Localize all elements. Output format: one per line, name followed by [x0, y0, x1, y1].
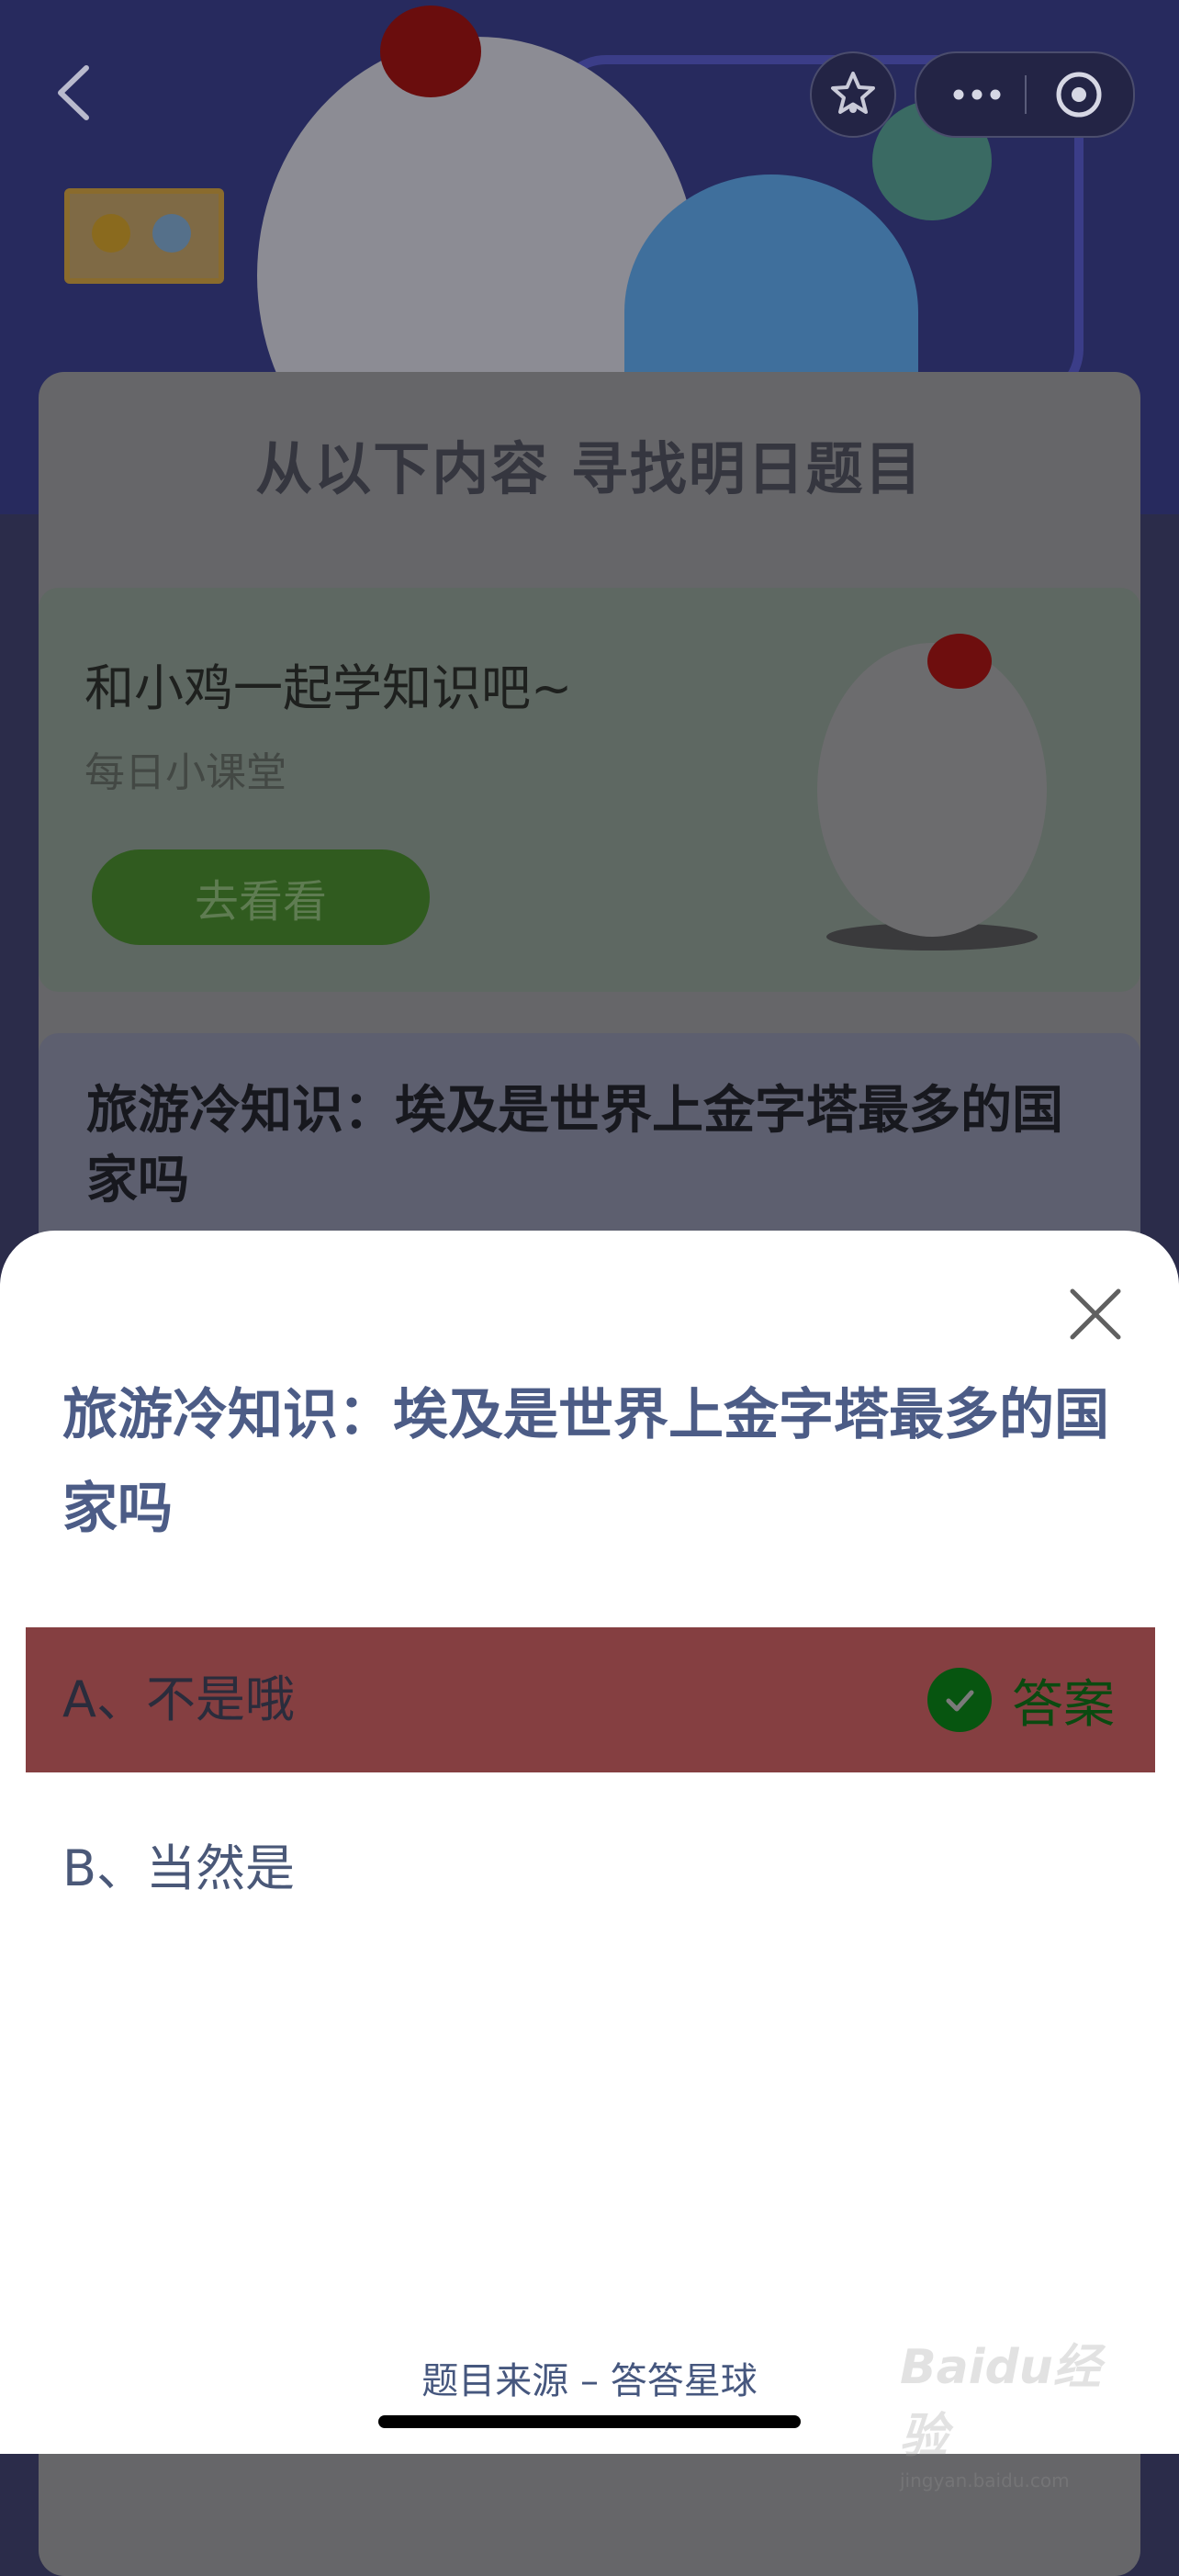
reading-chick-illustration: [817, 643, 1047, 937]
close-icon: [1070, 1288, 1121, 1340]
reading-chick-comb: [927, 634, 992, 689]
chick-comb-illustration: [380, 6, 481, 97]
daily-class-subtitle: 每日小课堂: [84, 749, 286, 796]
option-a-label: A、不是哦: [62, 1670, 295, 1728]
daily-class-title: 和小鸡一起学知识吧~: [84, 659, 573, 717]
banner-title: 从以下内容 寻找明日题目: [255, 435, 924, 502]
answer-tag: 答案: [927, 1627, 1115, 1772]
question-card-title: 旅游冷知识：埃及是世界上金字塔最多的国家吗: [86, 1081, 1063, 1210]
capsule-divider: [1025, 75, 1027, 114]
favorite-button[interactable]: [810, 51, 896, 138]
more-icon: [953, 89, 1001, 100]
option-b[interactable]: B、当然是: [26, 1800, 1155, 1938]
exit-miniprogram-button[interactable]: [1028, 53, 1129, 136]
star-icon: [831, 72, 875, 114]
check-icon: [927, 1668, 992, 1732]
back-icon: [58, 65, 89, 120]
home-indicator[interactable]: [378, 2415, 801, 2428]
close-sheet-button[interactable]: [1065, 1284, 1126, 1344]
baidu-watermark: Baidu经验 jingyan.baidu.com: [900, 2328, 1129, 2492]
watermark-sub: jingyan.baidu.com: [900, 2469, 1070, 2492]
question-text: 旅游冷知识：埃及是世界上金字塔最多的国家吗: [62, 1383, 1109, 1541]
target-icon: [1056, 72, 1102, 118]
more-button[interactable]: [931, 53, 1023, 136]
medal-board-icon[interactable]: [64, 188, 224, 284]
miniprogram-capsule: [915, 51, 1135, 138]
gold-medal-icon: [92, 214, 130, 253]
go-see-button[interactable]: 去看看: [92, 849, 430, 945]
silver-medal-icon: [152, 214, 191, 253]
option-a[interactable]: A、不是哦 答案: [26, 1627, 1155, 1772]
answer-label: 答案: [1012, 1674, 1115, 1735]
watermark-main: Baidu经验: [900, 2340, 1101, 2464]
back-button[interactable]: [53, 62, 94, 123]
option-b-label: B、当然是: [62, 1839, 296, 1897]
